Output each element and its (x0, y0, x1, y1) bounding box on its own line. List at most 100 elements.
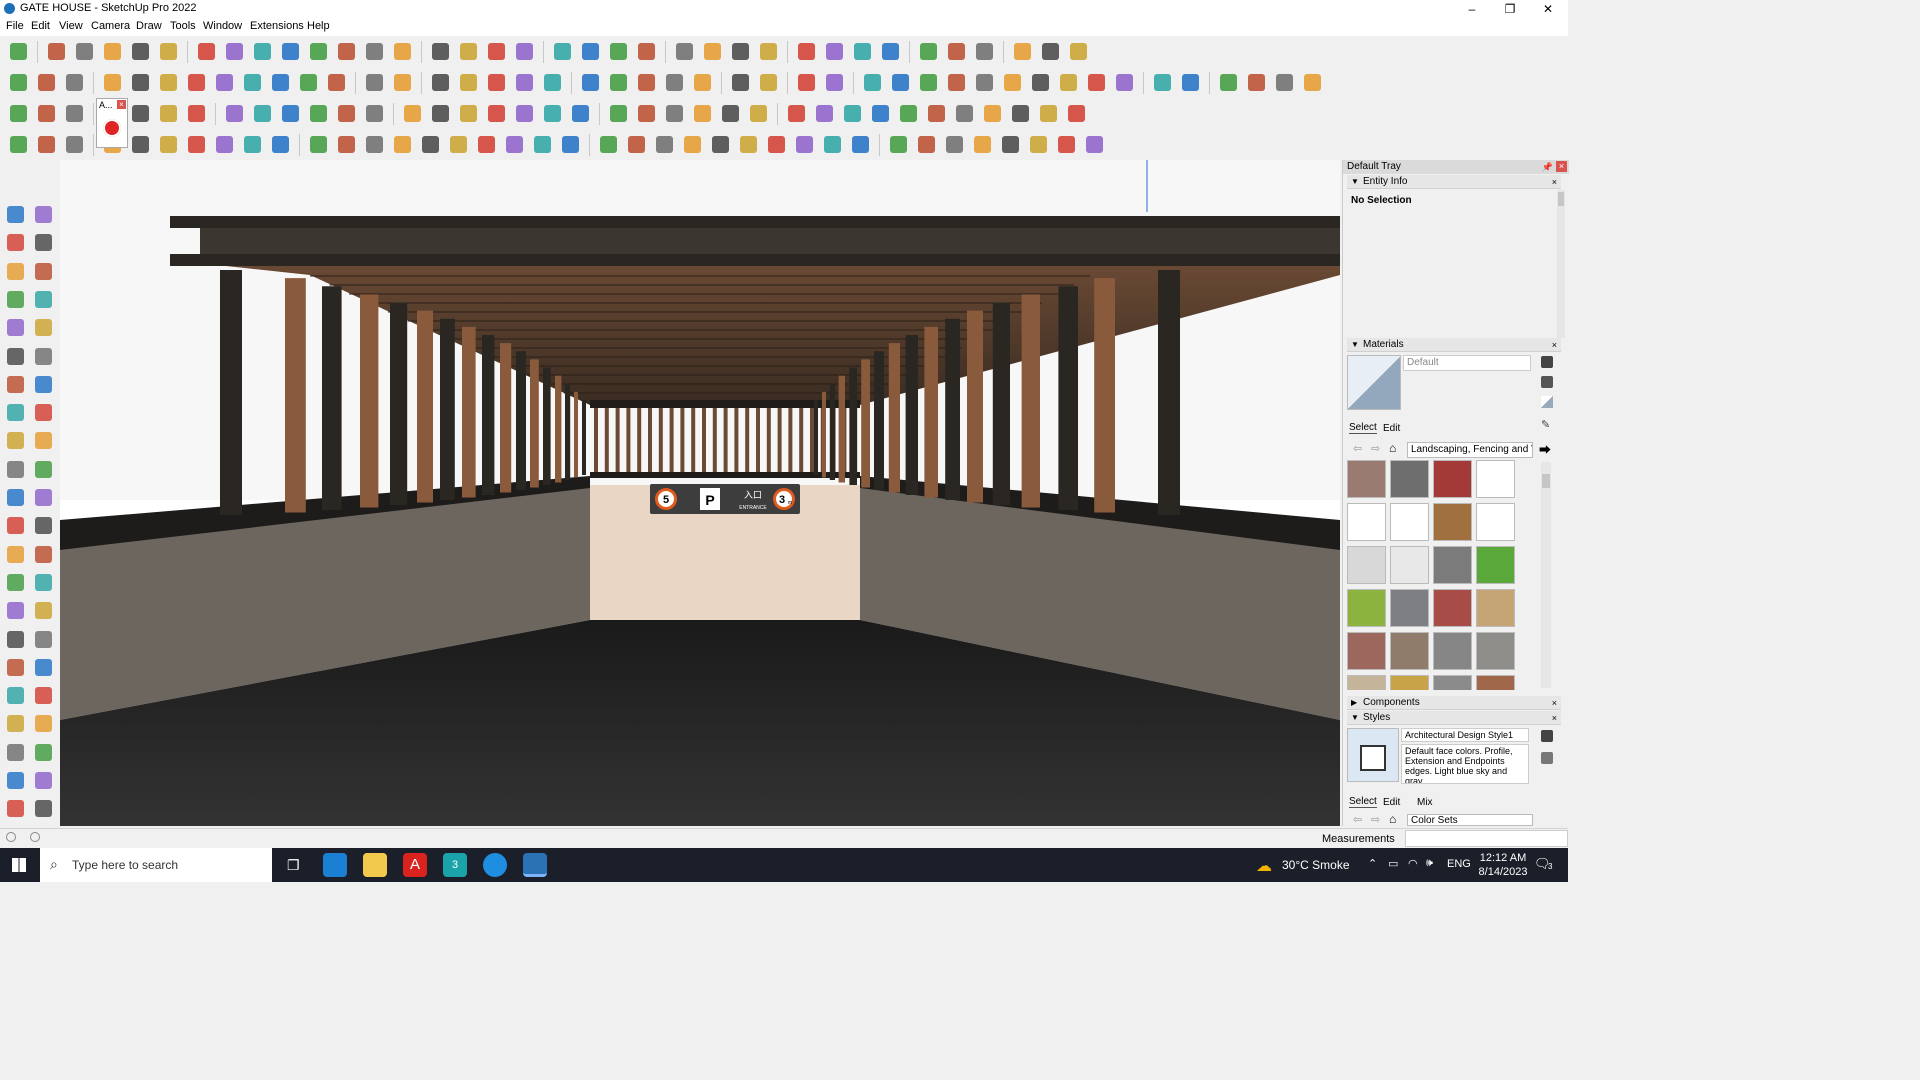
tb2-tool-11-icon[interactable] (324, 70, 349, 95)
tb1-tool-13-icon[interactable] (390, 39, 415, 64)
left-tool-19-0-icon[interactable] (3, 740, 28, 765)
tb4-tool-28-icon[interactable] (820, 132, 845, 157)
tb2-tool-23-icon[interactable] (690, 70, 715, 95)
tb4-tool-1-icon[interactable] (34, 132, 59, 157)
tb1-tool-8-icon[interactable] (250, 39, 275, 64)
left-tool-3-1-icon[interactable] (31, 287, 56, 312)
tb2-tool-12-icon[interactable] (362, 70, 387, 95)
material-swatch[interactable] (1476, 589, 1515, 627)
components-close-icon[interactable]: × (1552, 696, 1557, 710)
tb1-tool-4-icon[interactable] (128, 39, 153, 64)
tb3-tool-19-icon[interactable] (568, 101, 593, 126)
tb3-tool-6-icon[interactable] (184, 101, 209, 126)
tb2-tool-0-icon[interactable] (6, 70, 31, 95)
tb4-tool-24-icon[interactable] (708, 132, 733, 157)
clock-date[interactable]: 8/14/2023 (1477, 866, 1529, 878)
left-tool-7-0-icon[interactable] (3, 400, 28, 425)
tb4-tool-7-icon[interactable] (212, 132, 237, 157)
tb2-tool-1-icon[interactable] (34, 70, 59, 95)
entity-info-scrollbar[interactable] (1557, 190, 1565, 338)
tb4-tool-10-icon[interactable] (306, 132, 331, 157)
tb2-tool-10-icon[interactable] (296, 70, 321, 95)
left-tool-8-1-icon[interactable] (31, 428, 56, 453)
tb4-tool-26-icon[interactable] (764, 132, 789, 157)
material-swatch[interactable] (1433, 546, 1472, 584)
menu-draw[interactable]: Draw (136, 20, 162, 32)
left-tool-11-1-icon[interactable] (31, 513, 56, 538)
tb3-tool-25-icon[interactable] (746, 101, 771, 126)
tb4-tool-27-icon[interactable] (792, 132, 817, 157)
network-icon[interactable]: ▭ (1388, 857, 1398, 870)
material-swatch[interactable] (1347, 546, 1386, 584)
materials-close-icon[interactable]: × (1552, 338, 1557, 352)
tb3-tool-32-icon[interactable] (952, 101, 977, 126)
tb1-tool-0-icon[interactable] (6, 39, 31, 64)
tb2-tool-29-icon[interactable] (888, 70, 913, 95)
tb2-tool-30-icon[interactable] (916, 70, 941, 95)
wifi-icon[interactable]: ◠ (1408, 857, 1418, 870)
volume-icon[interactable]: 🕪 (1426, 857, 1433, 870)
tb4-tool-8-icon[interactable] (240, 132, 265, 157)
home-icon[interactable]: ⌂ (1389, 441, 1396, 455)
entity-info-header[interactable]: ▼ Entity Info × (1347, 175, 1561, 189)
left-tool-14-1-icon[interactable] (31, 598, 56, 623)
material-swatch[interactable] (1476, 503, 1515, 541)
tb2-tool-26-icon[interactable] (794, 70, 819, 95)
tb3-tool-26-icon[interactable] (784, 101, 809, 126)
left-tool-1-0-icon[interactable] (3, 230, 28, 255)
materials-header[interactable]: ▼ Materials × (1347, 338, 1561, 352)
tb4-tool-12-icon[interactable] (362, 132, 387, 157)
tb2-tool-19-icon[interactable] (578, 70, 603, 95)
tb3-tool-1-icon[interactable] (34, 101, 59, 126)
material-name-field[interactable]: Default (1403, 355, 1531, 371)
details-arrow-icon[interactable]: ⮕ (1539, 441, 1551, 458)
left-tool-13-1-icon[interactable] (31, 570, 56, 595)
left-tool-2-0-icon[interactable] (3, 259, 28, 284)
tb4-tool-9-icon[interactable] (268, 132, 293, 157)
left-tool-4-1-icon[interactable] (31, 315, 56, 340)
tb2-tool-13-icon[interactable] (390, 70, 415, 95)
ruby-icon[interactable] (103, 119, 121, 137)
material-swatch[interactable] (1347, 503, 1386, 541)
material-swatch[interactable] (1476, 546, 1515, 584)
left-tool-0-0-icon[interactable] (3, 202, 28, 227)
material-swatch[interactable] (1347, 675, 1386, 690)
forward-arrow-icon[interactable]: ⇨ (1371, 813, 1380, 826)
left-tool-18-1-icon[interactable] (31, 711, 56, 736)
tb4-tool-37-icon[interactable] (1082, 132, 1107, 157)
left-tool-21-0-icon[interactable] (3, 796, 28, 821)
tb1-tool-32-icon[interactable] (972, 39, 997, 64)
forward-arrow-icon[interactable]: ⇨ (1371, 442, 1380, 455)
3d-viewport[interactable]: 5 P 入口 ENTRANCE 3 m (60, 160, 1340, 826)
tb1-tool-14-icon[interactable] (428, 39, 453, 64)
menu-edit[interactable]: Edit (31, 20, 50, 32)
tb3-tool-15-icon[interactable] (456, 101, 481, 126)
material-swatch[interactable] (1347, 460, 1386, 498)
tb4-tool-32-icon[interactable] (942, 132, 967, 157)
taskbar-search-box[interactable]: ⌕ Type here to search (40, 848, 272, 882)
material-swatch[interactable] (1390, 589, 1429, 627)
tb3-tool-11-icon[interactable] (334, 101, 359, 126)
tb4-tool-22-icon[interactable] (652, 132, 677, 157)
left-tool-5-0-icon[interactable] (3, 344, 28, 369)
tb1-tool-11-icon[interactable] (334, 39, 359, 64)
tb3-tool-33-icon[interactable] (980, 101, 1005, 126)
tb3-tool-8-icon[interactable] (250, 101, 275, 126)
tb1-tool-28-icon[interactable] (850, 39, 875, 64)
tb3-tool-22-icon[interactable] (662, 101, 687, 126)
material-swatch[interactable] (1347, 632, 1386, 670)
styles-tab-select[interactable]: Select (1349, 796, 1377, 808)
tb3-tool-18-icon[interactable] (540, 101, 565, 126)
tb4-tool-25-icon[interactable] (736, 132, 761, 157)
autocad-app-icon[interactable]: A (403, 853, 427, 877)
tb3-tool-7-icon[interactable] (222, 101, 247, 126)
tb1-tool-16-icon[interactable] (484, 39, 509, 64)
menu-extensions[interactable]: Extensions (250, 20, 304, 32)
tb1-tool-3-icon[interactable] (100, 39, 125, 64)
tb1-tool-27-icon[interactable] (822, 39, 847, 64)
tb3-tool-29-icon[interactable] (868, 101, 893, 126)
measurements-input[interactable] (1405, 830, 1568, 847)
material-swatch[interactable] (1347, 589, 1386, 627)
tb2-tool-14-icon[interactable] (428, 70, 453, 95)
tb2-tool-31-icon[interactable] (944, 70, 969, 95)
